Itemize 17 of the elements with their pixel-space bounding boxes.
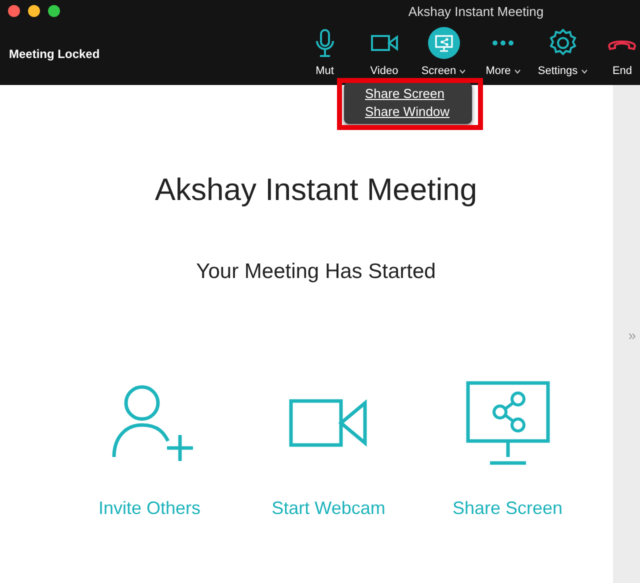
status-text: Meeting Locked (9, 46, 100, 63)
window-title: Akshay Instant Meeting (407, 3, 545, 21)
menu-item[interactable]: Share Window (344, 103, 472, 121)
window-control[interactable] (8, 5, 20, 17)
meeting-title: Akshay Instant Meeting (154, 171, 478, 209)
toolbar-button[interactable]: Screen (414, 26, 474, 80)
toolbar-button[interactable]: Settings (533, 26, 592, 80)
share-screen-icon (426, 26, 461, 60)
more-icon (491, 39, 516, 47)
window-control[interactable] (48, 5, 60, 17)
toolbar-button[interactable]: More (474, 26, 533, 80)
toolbar-button[interactable]: Video (354, 26, 414, 80)
toolbar-button[interactable]: Mut (295, 26, 354, 80)
end-button[interactable]: End (592, 26, 640, 80)
meeting-subtitle: Your Meeting Has Started (195, 258, 437, 284)
window-control[interactable] (28, 5, 40, 17)
menu-item[interactable]: Share Screen (344, 85, 472, 103)
